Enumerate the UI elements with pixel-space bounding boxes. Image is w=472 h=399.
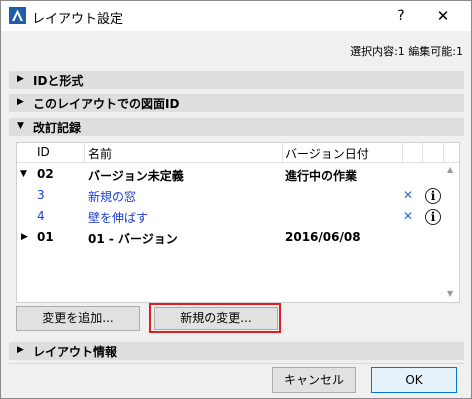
- close-button[interactable]: ✕: [432, 5, 454, 27]
- row-name: 01 - バージョン: [88, 232, 178, 246]
- expand-arrow-icon[interactable]: ▶: [21, 232, 28, 242]
- layout-settings-dialog: レイアウト設定 ? ✕ 選択内容:1 編集可能:1 ▶ IDと形式 ▶ このレイ…: [0, 0, 472, 399]
- section-id-format[interactable]: ▶ IDと形式: [9, 71, 464, 89]
- row-name: 壁を伸ばす: [88, 211, 149, 225]
- info-icon[interactable]: i: [425, 188, 441, 204]
- column-divider: [422, 143, 423, 162]
- row-date: 進行中の作業: [285, 169, 358, 183]
- column-divider: [443, 143, 444, 162]
- help-button[interactable]: ?: [390, 5, 412, 27]
- row-id: 02: [37, 167, 54, 181]
- row-date: 2016/06/08: [285, 230, 361, 244]
- info-icon[interactable]: i: [425, 209, 441, 225]
- table-header: ID 名前 バージョン日付: [17, 143, 459, 163]
- new-change-button[interactable]: 新規の変更...: [154, 307, 278, 330]
- expand-arrow-icon: ▶: [17, 345, 24, 355]
- ok-button[interactable]: OK: [371, 367, 457, 393]
- table-row[interactable]: ▼ 02 バージョン未定義 進行中の作業: [17, 164, 444, 185]
- collapse-arrow-icon: ▼: [17, 121, 24, 131]
- column-divider: [282, 143, 283, 162]
- row-id: 01: [37, 230, 54, 244]
- section-label: このレイアウトでの図面ID: [33, 97, 180, 111]
- scroll-down-arrow-icon[interactable]: ▼: [447, 289, 453, 298]
- expand-arrow-icon: ▶: [17, 74, 24, 84]
- divider: [9, 363, 464, 364]
- cancel-button[interactable]: キャンセル: [272, 367, 356, 393]
- column-divider: [84, 143, 85, 162]
- section-drawing-id[interactable]: ▶ このレイアウトでの図面ID: [9, 94, 464, 112]
- archicad-logo-icon: [9, 7, 26, 24]
- row-name: 新規の窓: [88, 190, 137, 204]
- section-label: 改訂記録: [33, 121, 82, 135]
- row-id: 3: [37, 188, 45, 202]
- column-divider: [402, 143, 403, 162]
- delete-icon[interactable]: ✕: [403, 209, 413, 223]
- title-bar: レイアウト設定 ? ✕: [1, 1, 471, 31]
- section-revision-history[interactable]: ▼ 改訂記録: [9, 118, 464, 136]
- table-row[interactable]: 4 壁を伸ばす ✕ i: [17, 206, 444, 227]
- scroll-up-arrow-icon[interactable]: ▲: [447, 165, 453, 174]
- collapse-arrow-icon[interactable]: ▼: [20, 169, 27, 179]
- window-title: レイアウト設定: [32, 12, 124, 27]
- table-row[interactable]: ▶ 01 01 - バージョン 2016/06/08: [17, 227, 444, 248]
- table-row[interactable]: 3 新規の窓 ✕ i: [17, 185, 444, 206]
- selection-status: 選択内容:1 編集可能:1: [350, 45, 463, 58]
- column-header-id[interactable]: ID: [37, 145, 50, 159]
- column-header-name[interactable]: 名前: [88, 145, 112, 162]
- row-id: 4: [37, 209, 45, 223]
- expand-arrow-icon: ▶: [17, 97, 24, 107]
- row-name: バージョン未定義: [88, 169, 184, 183]
- revision-table: ID 名前 バージョン日付 ▼ 02 バージョン未定義 進行中の作業 3 新規の…: [16, 142, 460, 303]
- section-layout-info[interactable]: ▶ レイアウト情報: [9, 342, 464, 360]
- section-label: IDと形式: [33, 74, 84, 88]
- section-label: レイアウト情報: [33, 345, 118, 359]
- delete-icon[interactable]: ✕: [403, 188, 413, 202]
- add-change-button[interactable]: 変更を追加...: [16, 306, 140, 331]
- column-header-version-date[interactable]: バージョン日付: [285, 145, 369, 162]
